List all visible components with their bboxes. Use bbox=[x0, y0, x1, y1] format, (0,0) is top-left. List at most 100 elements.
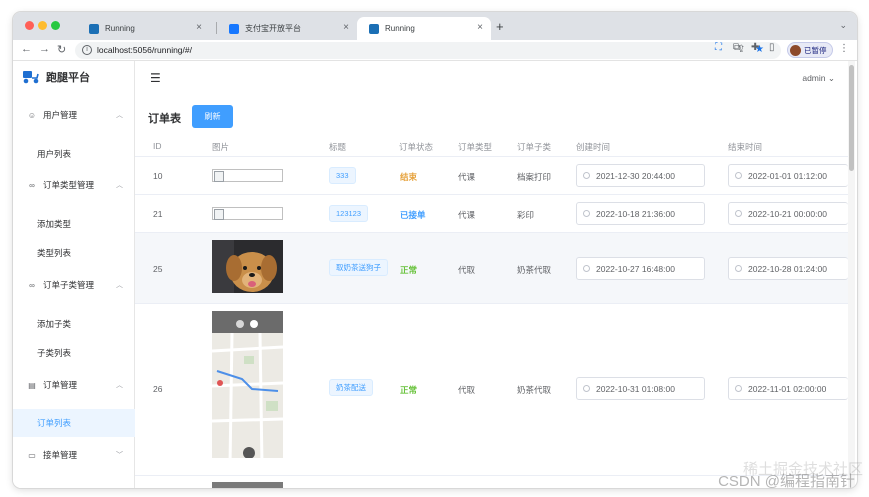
status-badge: 结束 bbox=[400, 172, 418, 182]
table-row[interactable]: 26 奶茶配送 正常 代取 奶茶代取 2022-10-31 01:08:00 2… bbox=[135, 304, 848, 476]
maximize-window-button[interactable] bbox=[51, 21, 60, 30]
menu-toggle-icon[interactable]: ☰ bbox=[150, 71, 161, 85]
link-icon: ∞ bbox=[29, 280, 35, 290]
cell-subtype: 奶茶代取 bbox=[517, 385, 552, 395]
created-datetime-input[interactable]: 2022-10-18 21:36:00 bbox=[576, 202, 705, 225]
menu-item-user-list[interactable]: 用户列表 bbox=[13, 140, 135, 168]
map-screenshot bbox=[212, 311, 283, 466]
cell-id: 21 bbox=[153, 209, 163, 219]
clock-icon bbox=[735, 265, 742, 272]
address-bar[interactable]: i localhost:5056/running/#/ ⇪ ★ bbox=[75, 42, 781, 59]
clock-icon bbox=[583, 385, 590, 392]
scooter-logo-icon bbox=[23, 71, 39, 84]
close-window-button[interactable] bbox=[25, 21, 34, 30]
menu-group-accept[interactable]: ▭ 接单管理 ﹀ bbox=[13, 446, 135, 464]
ended-datetime-input[interactable]: 2022-11-01 02:00:00 bbox=[728, 377, 848, 400]
tab-alipay[interactable]: 支付宝开放平台 × bbox=[217, 17, 357, 40]
menu-group-order[interactable]: ▤ 订单管理 ︿ bbox=[13, 376, 135, 394]
menu-item-subtype-list[interactable]: 子类列表 bbox=[13, 339, 135, 367]
alipay-favicon-icon bbox=[229, 23, 239, 34]
created-datetime-input[interactable]: 2022-10-27 16:48:00 bbox=[576, 257, 705, 280]
clock-icon bbox=[583, 172, 590, 179]
menu-item-add-type[interactable]: 添加类型 bbox=[13, 210, 135, 238]
menu-group-order-type[interactable]: ∞ 订单类型管理 ︿ bbox=[13, 176, 135, 194]
watermark-csdn: CSDN @编程指南针 bbox=[718, 473, 855, 490]
sidepanel-icon[interactable]: ▯ bbox=[769, 42, 775, 53]
app-root: 跑腿平台 ☺ 用户管理 ︿ 用户列表 ∞ 订单类型管理 ︿ 添加类型 类型列表 bbox=[13, 61, 857, 488]
title-tag: 取奶茶送狗子 bbox=[329, 259, 388, 276]
menu-item-label: 用户列表 bbox=[37, 149, 72, 159]
running-favicon-icon bbox=[89, 23, 99, 34]
url-text: localhost:5056/running/#/ bbox=[97, 45, 192, 55]
tab-running-active[interactable]: Running × bbox=[357, 17, 491, 40]
menu-group-label: 订单子类管理 bbox=[43, 280, 95, 290]
menu-item-add-subtype[interactable]: 添加子类 bbox=[13, 310, 135, 338]
column-header-created: 创建时间 bbox=[576, 142, 611, 152]
table-row[interactable]: 21 123123 已接单 代课 彩印 2022-10-18 21:36:00 … bbox=[135, 195, 848, 233]
close-tab-icon[interactable]: × bbox=[196, 22, 202, 33]
main-content: ☰ admin ⌄ 订单表 刷新 ID 图片 标题 订单状态 订单类型 订单子类… bbox=[135, 61, 857, 488]
new-tab-button[interactable]: + bbox=[496, 19, 504, 34]
puzzle-icon[interactable]: ✚ bbox=[751, 42, 759, 53]
tab-title: Running bbox=[105, 24, 135, 33]
ended-datetime-input[interactable]: 2022-01-01 01:12:00 bbox=[728, 164, 848, 187]
tab-search-chevron-icon[interactable]: ⌄ bbox=[839, 20, 847, 31]
cell-type: 代课 bbox=[458, 172, 476, 182]
column-header-id: ID bbox=[153, 141, 162, 151]
extension-icon[interactable]: ⧉ bbox=[733, 42, 740, 53]
table-row[interactable]: 10 333 结束 代课 档案打印 2021-12-30 20:44:00 20… bbox=[135, 157, 848, 195]
refresh-button[interactable]: 刷新 bbox=[192, 105, 233, 128]
menu-item-label: 添加类型 bbox=[37, 219, 72, 229]
cell-type: 代课 bbox=[458, 210, 476, 220]
back-arrow-icon[interactable]: ← bbox=[21, 43, 32, 55]
profile-button[interactable]: 已暂停 bbox=[787, 42, 833, 58]
menu-group-label: 接单管理 bbox=[43, 450, 78, 460]
column-header-ended: 结束时间 bbox=[728, 142, 763, 152]
link-icon: ∞ bbox=[29, 180, 35, 190]
menu-group-user[interactable]: ☺ 用户管理 ︿ bbox=[13, 106, 135, 124]
tab-title: 支付宝开放平台 bbox=[245, 24, 301, 33]
username: admin bbox=[802, 73, 826, 83]
chevron-up-icon: ︿ bbox=[116, 282, 123, 289]
cell-subtype: 彩印 bbox=[517, 210, 535, 220]
tab-bar: Running × 支付宝开放平台 × Running × + ⌄ bbox=[13, 12, 857, 40]
chevron-down-icon: ﹀ bbox=[116, 452, 123, 459]
ended-value: 2022-10-28 01:24:00 bbox=[748, 263, 827, 274]
scrollbar-thumb[interactable] bbox=[849, 65, 854, 171]
file-icon: ▭ bbox=[28, 450, 36, 460]
cell-type: 代取 bbox=[458, 265, 476, 275]
minimize-window-button[interactable] bbox=[38, 21, 47, 30]
site-info-icon[interactable]: i bbox=[82, 45, 92, 55]
forward-arrow-icon[interactable]: → bbox=[39, 43, 50, 55]
ended-value: 2022-11-01 02:00:00 bbox=[748, 383, 827, 394]
avatar bbox=[790, 44, 801, 56]
clock-icon bbox=[735, 210, 742, 217]
cell-subtype: 奶茶代取 bbox=[517, 265, 552, 275]
created-datetime-input[interactable]: 2021-12-30 20:44:00 bbox=[576, 164, 705, 187]
menu-group-order-subtype[interactable]: ∞ 订单子类管理 ︿ bbox=[13, 276, 135, 294]
broken-image-icon bbox=[212, 169, 283, 182]
chevron-up-icon: ︿ bbox=[116, 382, 123, 389]
table-header: ID 图片 标题 订单状态 订单类型 订单子类 创建时间 结束时间 bbox=[135, 137, 848, 157]
tab-running-1[interactable]: Running × bbox=[77, 17, 210, 40]
menu-item-order-list[interactable]: 订单列表 bbox=[13, 409, 135, 437]
translate-icon[interactable]: ⛶ bbox=[715, 42, 722, 53]
tab-title: Running bbox=[385, 24, 415, 33]
ended-datetime-input[interactable]: 2022-10-21 00:00:00 bbox=[728, 202, 848, 225]
close-tab-icon[interactable]: × bbox=[343, 22, 349, 33]
ended-datetime-input[interactable]: 2022-10-28 01:24:00 bbox=[728, 257, 848, 280]
created-datetime-input[interactable]: 2022-10-31 01:08:00 bbox=[576, 377, 705, 400]
close-tab-icon[interactable]: × bbox=[477, 22, 483, 33]
menu-group-label: 用户管理 bbox=[43, 110, 78, 120]
column-header-image: 图片 bbox=[212, 142, 230, 152]
scrollbar[interactable] bbox=[848, 61, 855, 488]
user-dropdown[interactable]: admin ⌄ bbox=[802, 73, 835, 84]
table-row[interactable]: 25 取奶茶送狗子 正常 代取 奶茶代取 2022-10-27 16:48:00… bbox=[135, 233, 848, 304]
app-logo[interactable]: 跑腿平台 bbox=[22, 69, 90, 85]
chevron-down-icon: ⌄ bbox=[827, 73, 835, 83]
app-name: 跑腿平台 bbox=[46, 72, 90, 84]
reload-icon[interactable]: ↻ bbox=[57, 43, 66, 56]
menu-item-type-list[interactable]: 类型列表 bbox=[13, 239, 135, 267]
status-badge: 已接单 bbox=[400, 210, 426, 220]
more-menu-icon[interactable]: ⋮ bbox=[839, 43, 849, 54]
